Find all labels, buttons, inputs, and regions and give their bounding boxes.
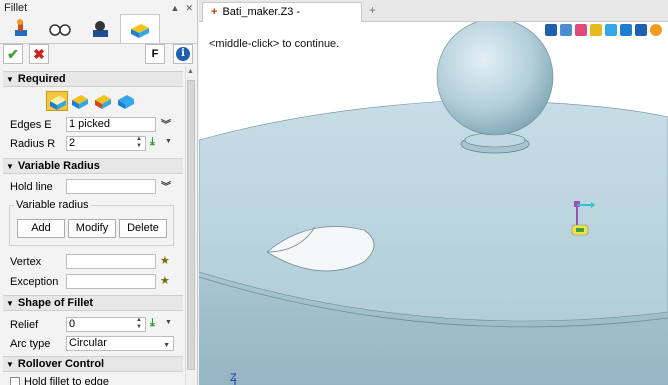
wireframe-icon[interactable]	[620, 24, 632, 36]
vertex-pick-icon[interactable]: ★	[160, 254, 170, 267]
relief-pick-icon[interactable]: ⤓	[150, 317, 155, 330]
arc-type-label: Arc type	[10, 338, 51, 350]
collapse-icon: ▼	[6, 75, 14, 84]
radius-dropdown-icon[interactable]: ▼	[165, 138, 172, 145]
hold-line-field[interactable]	[66, 179, 156, 194]
settings-icon[interactable]	[650, 24, 662, 36]
edges-field[interactable]: 1 picked	[66, 117, 156, 132]
scroll-thumb[interactable]	[187, 80, 195, 370]
render-icon[interactable]	[590, 24, 602, 36]
modified-marker-icon: +	[211, 6, 218, 18]
model-view	[199, 22, 668, 385]
panel-controls: ▲ ✕	[171, 3, 193, 14]
assembly-icon	[93, 21, 108, 37]
fillet-type-4-icon[interactable]	[115, 91, 137, 111]
pin-icon[interactable]: ▲	[171, 3, 180, 14]
new-tab-button[interactable]: +	[369, 3, 376, 17]
collapse-icon: ▼	[6, 299, 14, 308]
info-icon: i	[176, 47, 190, 61]
relief-dropdown-icon[interactable]: ▼	[165, 319, 172, 326]
arc-type-select[interactable]: Circular ▼	[66, 336, 174, 351]
exception-label: Exception	[10, 276, 59, 288]
view-dropdown-icon[interactable]	[560, 24, 572, 36]
fillet-type-toggle	[46, 91, 137, 111]
section-shape-label: Shape of Fillet	[17, 297, 94, 309]
fillet-type-3-icon[interactable]	[92, 91, 114, 111]
section-required-label: Required	[17, 73, 66, 85]
panel-title: Fillet	[4, 2, 28, 14]
tab-view[interactable]	[40, 15, 80, 43]
hold-fillet-label: Hold fillet to edge	[24, 376, 109, 385]
cancel-button[interactable]: ✖	[29, 44, 49, 64]
section-variable-radius[interactable]: ▼ Variable Radius	[3, 158, 183, 174]
graphics-viewport[interactable]: <middle-click> to continue. Z	[199, 22, 668, 385]
fillet-tool-icon	[131, 23, 149, 38]
f-button[interactable]: F	[145, 44, 165, 64]
tab-part[interactable]	[0, 15, 40, 43]
fillet-type-2-icon[interactable]	[69, 91, 91, 111]
view-orient-icon[interactable]	[635, 24, 647, 36]
variable-radius-group-title: Variable radius	[14, 199, 91, 211]
section-rollover-control[interactable]: ▼ Rollover Control	[3, 356, 183, 372]
shade-icon[interactable]	[605, 24, 617, 36]
action-bar: ✔ ✖ F i	[3, 44, 195, 64]
vertex-label: Vertex	[10, 256, 42, 268]
info-button[interactable]: i	[173, 44, 193, 64]
relief-label: Relief	[10, 319, 39, 331]
panel-scrollbar[interactable]: ▲	[185, 66, 196, 385]
vertex-field[interactable]	[66, 254, 156, 269]
chevron-down-icon: ▼	[163, 342, 170, 349]
add-button[interactable]: Add	[17, 219, 65, 238]
section-variable-radius-label: Variable Radius	[17, 160, 100, 172]
document-tab[interactable]: +Bati_maker.Z3 - [top_cover]✕	[202, 2, 362, 36]
panel-icon-tabs	[0, 14, 198, 44]
app-window: Fillet ▲ ✕ ✔ ✖ F i ▲ ▼ Required Edges E …	[0, 0, 668, 385]
section-rollover-label: Rollover Control	[17, 358, 105, 370]
glasses-icon	[49, 24, 71, 36]
chevron-down-icon[interactable]: ︾	[161, 116, 171, 131]
section-required[interactable]: ▼ Required	[3, 71, 183, 87]
tab-assembly[interactable]	[80, 15, 120, 43]
knob-sphere	[436, 22, 554, 136]
view-select-icon[interactable]	[545, 24, 557, 36]
hold-line-label: Hold line	[10, 181, 53, 193]
chevron-down-icon[interactable]: ︾	[161, 178, 171, 193]
collapse-icon: ▼	[6, 360, 14, 369]
arc-type-value: Circular	[69, 337, 107, 349]
fillet-type-1-icon[interactable]	[46, 91, 68, 111]
z-axis-label: Z	[230, 372, 237, 384]
section-shape-of-fillet[interactable]: ▼ Shape of Fillet	[3, 295, 183, 311]
sketch-pen-icon[interactable]	[575, 24, 587, 36]
radius-pick-icon[interactable]: ⤓	[150, 136, 155, 149]
tab-fillet[interactable]	[120, 14, 160, 44]
modify-button[interactable]: Modify	[68, 219, 116, 238]
radius-field[interactable]: 2	[66, 136, 146, 151]
radius-spinner-icon[interactable]: ▲ ▼	[136, 136, 142, 150]
scroll-up-icon[interactable]: ▲	[187, 68, 194, 75]
fillet-panel: Fillet ▲ ✕ ✔ ✖ F i ▲ ▼ Required Edges E …	[0, 0, 198, 385]
collapse-icon: ▼	[6, 162, 14, 171]
hold-fillet-checkbox[interactable]	[10, 377, 20, 385]
ok-button[interactable]: ✔	[3, 44, 23, 64]
viewport-toolbar	[545, 24, 662, 36]
part-tool-icon	[15, 19, 27, 36]
edges-label: Edges E	[10, 119, 52, 131]
cover-top	[199, 99, 668, 322]
document-tab-bar: +Bati_maker.Z3 - [top_cover]✕ +	[199, 0, 668, 36]
delete-button[interactable]: Delete	[119, 219, 167, 238]
relief-field[interactable]: 0	[66, 317, 146, 332]
exception-pick-icon[interactable]: ★	[160, 274, 170, 287]
relief-spinner-icon[interactable]: ▲ ▼	[136, 317, 142, 331]
status-hint: <middle-click> to continue.	[209, 38, 340, 50]
close-icon[interactable]: ✕	[185, 3, 193, 14]
radius-label: Radius R	[10, 138, 56, 150]
exception-field[interactable]	[66, 274, 156, 289]
